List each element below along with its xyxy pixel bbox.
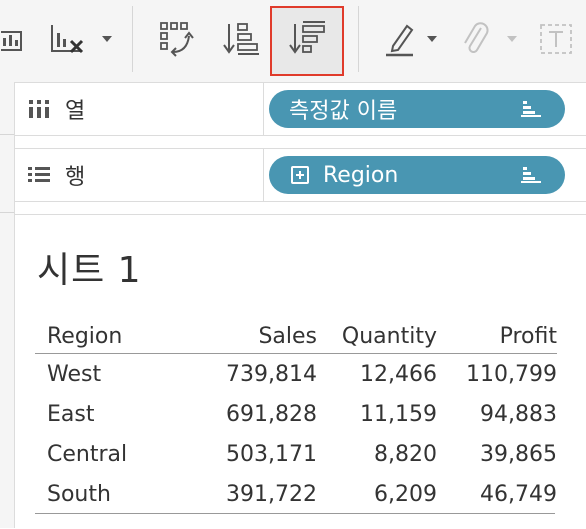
pill-label: Region: [323, 162, 399, 188]
columns-shelf: 열 측정값 이름: [15, 82, 586, 136]
toolbar-divider: [132, 6, 133, 72]
table-header-row: Region Sales Quantity Profit: [35, 319, 557, 354]
header-profit[interactable]: Profit: [437, 319, 557, 354]
table-row: West 739,814 12,466 110,799: [35, 354, 557, 395]
rows-label: 행: [65, 165, 86, 190]
sheet-title: 시트 1: [37, 250, 142, 291]
header-region[interactable]: Region: [35, 319, 207, 354]
row-label[interactable]: Central: [35, 434, 207, 474]
cell-sales[interactable]: 391,722: [207, 474, 317, 514]
rows-shelf-label: 행: [15, 149, 264, 201]
text-label-icon[interactable]: [536, 12, 576, 66]
cell-sales[interactable]: 739,814: [207, 354, 317, 395]
rows-shelf: 행 Region: [15, 148, 586, 202]
sort-indicator-icon: [521, 167, 541, 183]
dropdown-caret-icon[interactable]: [424, 12, 440, 66]
data-table: Region Sales Quantity Profit West 739,81…: [35, 319, 557, 514]
toolbar: [0, 0, 586, 83]
cell-quantity[interactable]: 8,820: [317, 434, 437, 474]
row-label[interactable]: East: [35, 394, 207, 434]
cell-sales[interactable]: 691,828: [207, 394, 317, 434]
swap-rows-columns-icon[interactable]: [154, 12, 200, 66]
table-bottom-rule: [35, 513, 193, 514]
cell-profit[interactable]: 110,799: [437, 354, 557, 395]
columns-label: 열: [65, 99, 86, 124]
table-row: South 391,722 6,209 46,749: [35, 474, 557, 514]
sort-ascending-icon[interactable]: [218, 12, 264, 66]
worksheet-view: 시트 1 Region Sales Quantity Profit West 7…: [15, 214, 586, 529]
rows-icon: [27, 163, 51, 187]
clear-sheet-icon[interactable]: [46, 12, 90, 66]
left-pane-edge: [0, 82, 15, 528]
cell-profit[interactable]: 94,883: [437, 394, 557, 434]
region-pill[interactable]: Region: [269, 156, 565, 194]
dropdown-caret-icon[interactable]: [504, 12, 520, 66]
cell-quantity[interactable]: 11,159: [317, 394, 437, 434]
pill-label: 측정값 이름: [289, 99, 398, 124]
annotate-clip-icon[interactable]: [458, 12, 494, 66]
measure-names-pill[interactable]: 측정값 이름: [269, 90, 565, 128]
expand-plus-icon[interactable]: [291, 166, 309, 184]
show-me-chart-icon[interactable]: [0, 12, 26, 66]
columns-shelf-label: 열: [15, 83, 264, 135]
cell-profit[interactable]: 39,865: [437, 434, 557, 474]
table-bottom-rule: [193, 513, 555, 514]
dropdown-caret-icon[interactable]: [96, 12, 118, 66]
row-label[interactable]: West: [35, 354, 207, 395]
table-row: East 691,828 11,159 94,883: [35, 394, 557, 434]
columns-icon: [27, 97, 51, 121]
toolbar-divider: [358, 6, 359, 72]
cell-quantity[interactable]: 6,209: [317, 474, 437, 514]
sort-indicator-icon: [521, 101, 541, 117]
cell-sales[interactable]: 503,171: [207, 434, 317, 474]
highlight-pen-icon[interactable]: [380, 12, 420, 66]
header-quantity[interactable]: Quantity: [317, 319, 437, 354]
cell-profit[interactable]: 46,749: [437, 474, 557, 514]
sort-descending-icon[interactable]: [282, 12, 332, 66]
cell-quantity[interactable]: 12,466: [317, 354, 437, 395]
header-sales[interactable]: Sales: [207, 319, 317, 354]
row-label[interactable]: South: [35, 474, 207, 514]
table-row: Central 503,171 8,820 39,865: [35, 434, 557, 474]
